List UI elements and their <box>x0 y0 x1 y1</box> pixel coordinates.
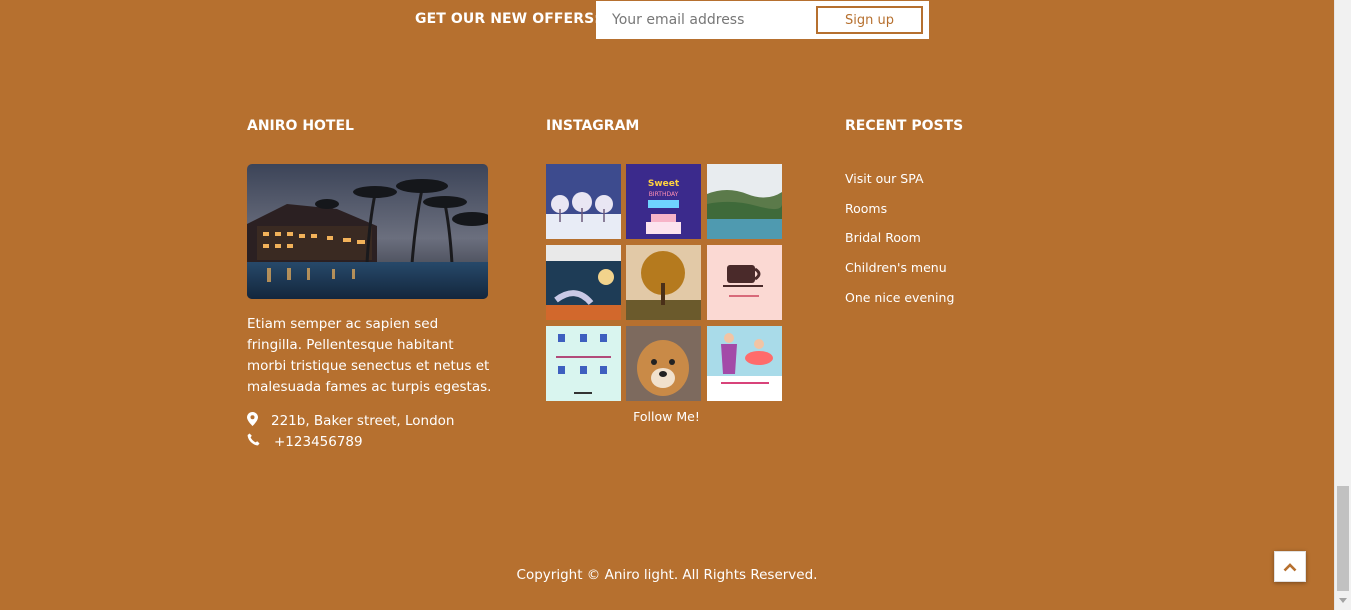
instagram-photo[interactable] <box>546 164 621 239</box>
newsletter-label: GET OUR NEW OFFERS: <box>415 11 600 27</box>
recent-posts-list: Visit our SPA Rooms Bridal Room Children… <box>845 172 954 320</box>
scrollbar-thumb[interactable] <box>1337 486 1349 591</box>
newsletter-form: Sign up <box>596 1 929 39</box>
recent-post-link[interactable]: Bridal Room <box>845 230 921 245</box>
phone-row: +123456789 <box>247 433 363 450</box>
about-text: Etiam semper ac sapien sed fringilla. Pe… <box>247 316 492 395</box>
address-row: 221b, Baker street, London <box>247 412 455 430</box>
recent-post-link[interactable]: One nice evening <box>845 290 954 305</box>
recent-post-link[interactable]: Rooms <box>845 201 887 216</box>
footer: GET OUR NEW OFFERS: Sign up ANIRO HOTEL <box>0 0 1334 610</box>
address-text: 221b, Baker street, London <box>271 413 455 429</box>
list-item: Children's menu <box>845 261 954 291</box>
list-item: Bridal Room <box>845 231 954 261</box>
instagram-photo[interactable] <box>546 245 621 320</box>
about-title: ANIRO HOTEL <box>247 118 354 134</box>
vertical-scrollbar[interactable] <box>1334 0 1351 610</box>
list-item: One nice evening <box>845 290 954 321</box>
instagram-photo[interactable] <box>546 326 621 401</box>
sign-up-button[interactable]: Sign up <box>816 6 923 34</box>
scroll-down-arrow-icon[interactable] <box>1339 598 1347 603</box>
chevron-up-icon <box>1283 557 1297 576</box>
recent-post-link[interactable]: Children's menu <box>845 260 947 275</box>
newsletter-bar: GET OUR NEW OFFERS: Sign up <box>0 0 1334 40</box>
list-item: Visit our SPA <box>845 172 954 202</box>
svg-text:Sweet: Sweet <box>648 179 680 189</box>
instagram-grid: Sweet BIRTHDAY <box>546 164 782 401</box>
phone-text: +123456789 <box>274 433 363 450</box>
instagram-photo[interactable] <box>707 326 782 401</box>
phone-icon <box>247 433 263 450</box>
follow-me-link[interactable]: Follow Me! <box>546 409 787 424</box>
list-item: Rooms <box>845 201 954 232</box>
instagram-title: INSTAGRAM <box>546 118 640 134</box>
hotel-image <box>247 164 488 299</box>
instagram-photo[interactable]: Sweet BIRTHDAY <box>626 164 701 239</box>
recent-posts-title: RECENT POSTS <box>845 118 964 134</box>
svg-text:BIRTHDAY: BIRTHDAY <box>649 191 679 198</box>
instagram-photo[interactable] <box>707 164 782 239</box>
back-to-top-button[interactable] <box>1274 551 1306 582</box>
instagram-photo[interactable] <box>707 245 782 320</box>
instagram-photo[interactable] <box>626 326 701 401</box>
copyright-text: Copyright © Aniro light. All Rights Rese… <box>516 567 818 583</box>
map-marker-icon <box>247 412 263 430</box>
recent-post-link[interactable]: Visit our SPA <box>845 171 924 186</box>
email-input[interactable] <box>596 1 811 39</box>
instagram-photo[interactable] <box>626 245 701 320</box>
